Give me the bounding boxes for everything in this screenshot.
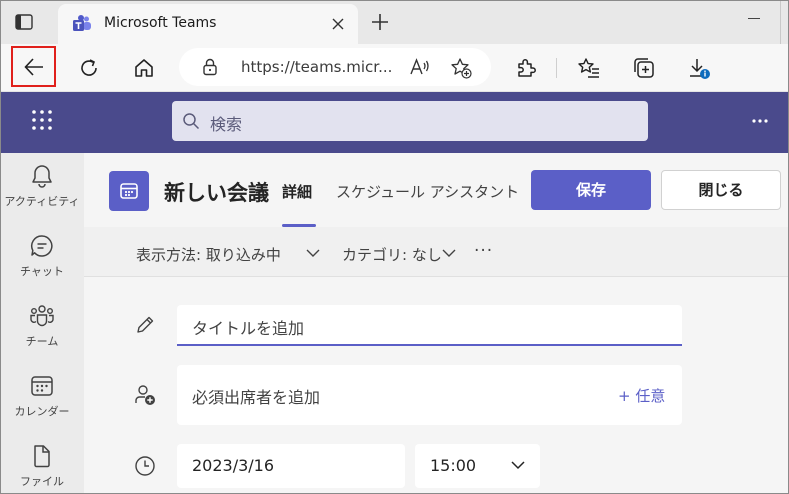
chat-icon bbox=[30, 235, 53, 257]
tab-actions-icon[interactable] bbox=[14, 12, 34, 32]
teams-icon bbox=[30, 305, 54, 327]
browser-tab-strip: Microsoft Teams bbox=[0, 0, 789, 44]
meeting-calendar-icon bbox=[109, 171, 149, 211]
downloads-icon[interactable] bbox=[686, 56, 710, 80]
back-arrow-icon bbox=[24, 58, 43, 76]
read-aloud-icon[interactable] bbox=[409, 57, 431, 77]
collections-icon[interactable] bbox=[632, 56, 656, 80]
attendees-placeholder: 必須出席者を追加 bbox=[192, 388, 321, 407]
home-icon[interactable] bbox=[132, 56, 156, 80]
search-placeholder: 検索 bbox=[210, 115, 243, 134]
meeting-options-bar: 表示方法: 取り込み中 カテゴリ: なし ··· bbox=[84, 227, 789, 277]
bell-icon bbox=[32, 165, 52, 188]
window-edge bbox=[780, 0, 781, 44]
rail-item-label: アクティビティ bbox=[4, 195, 80, 208]
start-time-value: 15:00 bbox=[430, 456, 477, 475]
chevron-down-icon bbox=[306, 249, 320, 257]
close-icon[interactable] bbox=[329, 15, 347, 33]
rail-item-label: カレンダー bbox=[14, 405, 70, 418]
url-text[interactable]: https://teams.micr... bbox=[241, 58, 392, 76]
refresh-icon[interactable] bbox=[77, 56, 101, 80]
tab-scheduling-assistant[interactable]: スケジュール アシスタント bbox=[336, 181, 519, 202]
pencil-icon bbox=[137, 316, 154, 333]
more-options-button[interactable]: ··· bbox=[474, 241, 493, 261]
tab-title: Microsoft Teams bbox=[104, 15, 217, 31]
show-as-dropdown[interactable]: 表示方法: 取り込み中 bbox=[136, 244, 320, 265]
add-person-icon bbox=[135, 385, 155, 405]
show-as-label: 表示方法: 取り込み中 bbox=[136, 246, 281, 264]
add-optional-attendee-link[interactable]: + 任意 bbox=[618, 385, 665, 406]
rail-item-activity[interactable]: アクティビティ bbox=[0, 153, 84, 223]
save-button[interactable]: 保存 bbox=[531, 170, 651, 210]
title-placeholder: タイトルを追加 bbox=[192, 319, 305, 338]
page-title: 新しい会議 bbox=[164, 181, 269, 205]
rail-item-files[interactable]: ファイル bbox=[0, 433, 84, 494]
add-favorite-icon[interactable] bbox=[450, 57, 472, 79]
chevron-down-icon bbox=[511, 461, 525, 470]
left-rail: アクティビティ チャット チーム カレンダー ファイル bbox=[0, 153, 84, 494]
close-button[interactable]: 閉じる bbox=[661, 170, 781, 210]
app-launcher-icon[interactable] bbox=[31, 109, 53, 131]
category-dropdown[interactable]: カテゴリ: なし bbox=[342, 244, 456, 265]
address-bar[interactable]: https://teams.micr... bbox=[179, 48, 491, 86]
back-button[interactable] bbox=[11, 46, 56, 87]
category-label: カテゴリ: なし bbox=[342, 246, 442, 264]
search-icon bbox=[183, 113, 200, 130]
rail-item-teams[interactable]: チーム bbox=[0, 293, 84, 363]
meeting-form: 新しい会議 詳細 スケジュール アシスタント 保存 閉じる 表示方法: 取り込み… bbox=[84, 153, 789, 494]
start-date-value: 2023/3/16 bbox=[192, 456, 275, 475]
toolbar-separator bbox=[556, 58, 557, 78]
start-time-select[interactable]: 15:00 bbox=[415, 444, 540, 488]
rail-item-label: ファイル bbox=[20, 475, 64, 488]
start-date-input[interactable]: 2023/3/16 bbox=[177, 444, 405, 488]
clock-icon bbox=[135, 456, 155, 476]
minimize-button[interactable] bbox=[748, 18, 760, 19]
search-input[interactable]: 検索 bbox=[172, 101, 648, 141]
rail-item-calendar[interactable]: カレンダー bbox=[0, 363, 84, 433]
favorites-icon[interactable] bbox=[577, 56, 601, 80]
required-attendees-input[interactable]: 必須出席者を追加 + 任意 bbox=[177, 365, 682, 425]
meeting-title-input[interactable]: タイトルを追加 bbox=[177, 305, 682, 346]
tab-details[interactable]: 詳細 bbox=[282, 181, 312, 202]
browser-toolbar: https://teams.micr... bbox=[0, 44, 789, 92]
file-icon bbox=[34, 445, 50, 468]
rail-item-label: チーム bbox=[25, 335, 59, 348]
chevron-down-icon bbox=[442, 249, 456, 257]
teams-header: 検索 bbox=[0, 92, 789, 153]
more-options-icon[interactable] bbox=[751, 114, 769, 128]
teams-favicon bbox=[73, 15, 91, 31]
browser-tab[interactable]: Microsoft Teams bbox=[58, 4, 358, 44]
lock-icon[interactable] bbox=[201, 58, 219, 76]
calendar-icon bbox=[31, 376, 53, 396]
extensions-icon[interactable] bbox=[514, 56, 538, 80]
new-tab-icon[interactable] bbox=[370, 12, 390, 32]
rail-item-chat[interactable]: チャット bbox=[0, 223, 84, 293]
rail-item-label: チャット bbox=[20, 265, 64, 278]
